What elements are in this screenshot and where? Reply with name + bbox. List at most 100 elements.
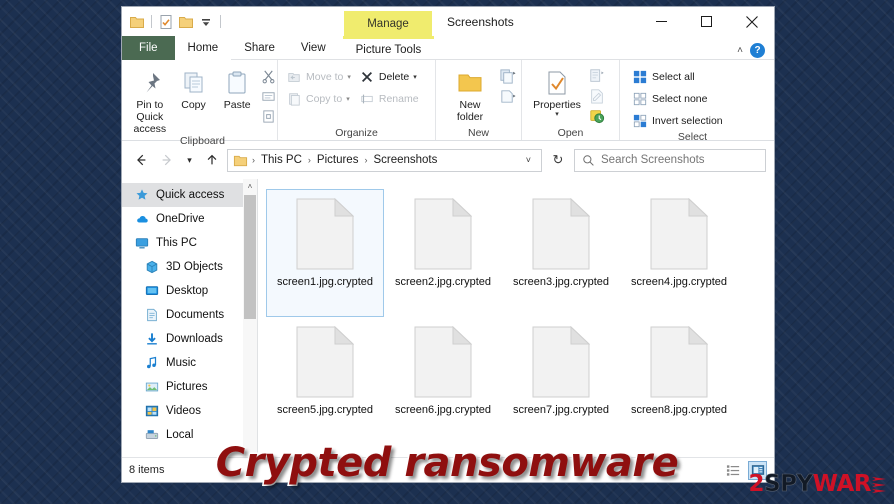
encrypted-file-icon [532, 325, 591, 398]
properties-button[interactable]: Properties ▾ [526, 64, 588, 119]
properties-icon[interactable] [158, 14, 174, 30]
group-label-open: Open [557, 126, 584, 139]
move-to-label: Move to [306, 70, 344, 83]
back-arrow-icon[interactable] [130, 149, 152, 171]
downloads-icon [144, 331, 160, 347]
contextual-tab-group-manage[interactable]: Manage [344, 11, 432, 36]
delete-button[interactable]: Delete ▾ [355, 66, 423, 87]
breadcrumb-pictures[interactable]: Pictures [315, 154, 361, 166]
paste-button[interactable]: Paste [215, 64, 259, 111]
tab-view[interactable]: View [288, 36, 339, 60]
group-label-new: New [467, 126, 489, 139]
copy-path-icon[interactable] [259, 87, 277, 105]
new-folder-icon[interactable] [178, 14, 194, 30]
recent-locations-caret-icon[interactable]: ▾ [182, 149, 197, 171]
folder-icon[interactable] [129, 14, 145, 30]
tab-file[interactable]: File [122, 36, 175, 60]
minimize-icon[interactable] [639, 7, 684, 36]
copy-to-button[interactable]: Copy to ▾ [282, 88, 355, 109]
copy-button[interactable]: Copy [172, 64, 216, 111]
customize-qat-caret-icon[interactable] [198, 14, 214, 30]
monitor-icon [134, 235, 150, 251]
open-with-icon[interactable] [588, 67, 606, 85]
easy-access-icon[interactable] [498, 87, 516, 105]
file-item[interactable]: screen7.jpg.crypted [502, 317, 620, 445]
chevron-down-icon[interactable]: ▾ [346, 95, 350, 103]
encrypted-file-icon [532, 197, 591, 270]
file-item[interactable]: screen3.jpg.crypted [502, 189, 620, 317]
sidebar-item-label: Videos [166, 405, 201, 417]
sidebar-item-desktop[interactable]: Desktop [122, 279, 257, 303]
tab-share[interactable]: Share [231, 36, 288, 60]
rename-button[interactable]: Rename [355, 88, 423, 109]
chevron-down-icon[interactable]: ▾ [555, 111, 559, 119]
chevron-down-icon[interactable]: ▾ [347, 73, 351, 81]
refresh-icon[interactable]: ↻ [546, 149, 570, 172]
sidebar-item-downloads[interactable]: Downloads [122, 327, 257, 351]
search-input[interactable] [601, 154, 758, 166]
sidebar-item-documents[interactable]: Documents [122, 303, 257, 327]
sidebar-item-this-pc[interactable]: This PC [122, 231, 257, 255]
file-item[interactable]: screen1.jpg.crypted [266, 189, 384, 317]
sidebar-item-videos[interactable]: Videos [122, 399, 257, 423]
select-all-button[interactable]: Select all [628, 66, 727, 87]
search-box[interactable] [574, 148, 766, 172]
navigation-pane: Quick access OneDrive This PC 3D Objects [122, 179, 257, 457]
history-icon[interactable] [588, 107, 606, 125]
close-icon[interactable] [729, 7, 774, 36]
file-item[interactable]: screen4.jpg.crypted [620, 189, 738, 317]
details-view-icon[interactable] [724, 461, 743, 480]
move-to-button[interactable]: Move to ▾ [282, 66, 355, 87]
local-disk-icon [144, 427, 160, 443]
file-name: screen8.jpg.crypted [631, 404, 727, 416]
file-item[interactable]: screen2.jpg.crypted [384, 189, 502, 317]
scrollbar-thumb[interactable] [244, 195, 256, 319]
file-item[interactable]: screen8.jpg.crypted [620, 317, 738, 445]
encrypted-file-icon [414, 197, 473, 270]
invert-selection-button[interactable]: Invert selection [628, 110, 727, 131]
sidebar-item-local-disk[interactable]: Local [122, 423, 257, 447]
item-count-label: 8 items [129, 464, 165, 476]
file-item[interactable]: screen6.jpg.crypted [384, 317, 502, 445]
maximize-icon[interactable] [684, 7, 729, 36]
ribbon-tab-strip: File Home Share View Picture Tools ˄ ? [122, 36, 774, 60]
ribbon-group-new: New folder New [436, 60, 522, 140]
tab-home[interactable]: Home [174, 36, 232, 60]
collapse-ribbon-icon[interactable]: ˄ [737, 45, 743, 56]
file-item[interactable]: screen5.jpg.crypted [266, 317, 384, 445]
cut-scissors-icon[interactable] [259, 67, 277, 85]
address-dropdown-icon[interactable]: ˅ [521, 155, 536, 165]
breadcrumb-separator: › [307, 155, 311, 165]
tab-picture-tools[interactable]: Picture Tools [342, 36, 435, 60]
group-label-organize: Organize [335, 126, 378, 139]
pin-to-quick-access-button[interactable]: Pin to Quick access [128, 64, 172, 135]
forward-arrow-icon[interactable] [156, 149, 178, 171]
music-icon [144, 355, 160, 371]
paste-shortcut-icon[interactable] [259, 107, 277, 125]
new-item-icon[interactable] [498, 67, 516, 85]
select-none-button[interactable]: Select none [628, 88, 727, 109]
address-path-box[interactable]: › This PC › Pictures › Screenshots ˅ [227, 148, 542, 172]
file-list-pane[interactable]: screen1.jpg.crypted screen2.jpg.crypted … [258, 179, 774, 457]
edit-icon[interactable] [588, 87, 606, 105]
help-icon[interactable]: ? [750, 43, 765, 58]
properties-label: Properties [533, 99, 581, 111]
breadcrumb-separator: › [364, 155, 368, 165]
sidebar-item-music[interactable]: Music [122, 351, 257, 375]
encrypted-file-icon [650, 197, 709, 270]
chevron-down-icon[interactable]: ▾ [413, 73, 417, 81]
up-arrow-icon[interactable] [201, 149, 223, 171]
sidebar-item-3d-objects[interactable]: 3D Objects [122, 255, 257, 279]
breadcrumb-screenshots[interactable]: Screenshots [371, 154, 439, 166]
sidebar-item-pictures[interactable]: Pictures [122, 375, 257, 399]
file-name: screen7.jpg.crypted [513, 404, 609, 416]
sidebar-item-quick-access[interactable]: Quick access [122, 183, 257, 207]
scroll-up-icon[interactable]: ˄ [243, 179, 257, 193]
paste-label: Paste [223, 99, 251, 111]
nav-pane-scrollbar[interactable]: ˄ [243, 179, 257, 457]
copy-to-icon [286, 91, 302, 107]
breadcrumb-this-pc[interactable]: This PC [259, 154, 304, 166]
sidebar-item-onedrive[interactable]: OneDrive [122, 207, 257, 231]
new-folder-button[interactable]: New folder [442, 64, 498, 123]
sidebar-item-label: 3D Objects [166, 261, 223, 273]
